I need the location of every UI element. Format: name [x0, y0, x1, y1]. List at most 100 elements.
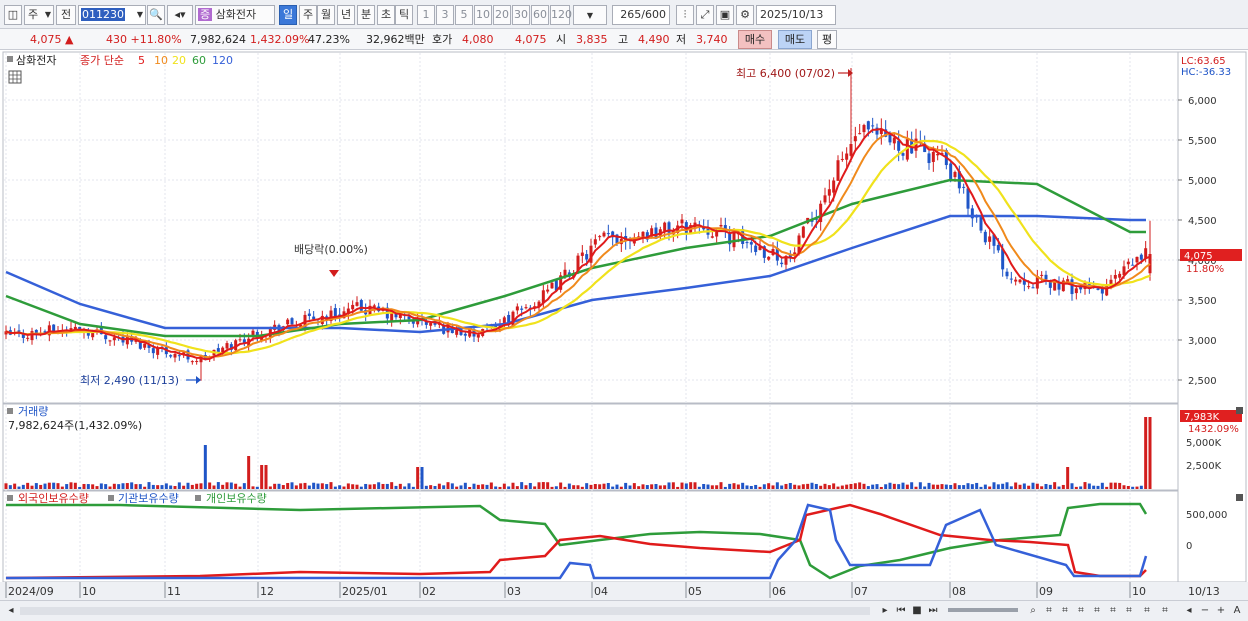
interval-button[interactable]: 1 — [417, 5, 435, 25]
quote-bar: 4,075 ▲ 430 +11.80% 7,982,624 1,432.09% … — [0, 29, 1248, 50]
candle-body — [1014, 279, 1018, 282]
period-button[interactable]: 분 — [357, 5, 375, 25]
zoom-tool-icon[interactable]: ⌕ — [1026, 604, 1040, 618]
avg-price-button[interactable]: 평 — [817, 30, 837, 49]
volume-bar — [290, 482, 294, 489]
period-button[interactable]: 초 — [377, 5, 395, 25]
stop-icon[interactable]: ■ — [910, 604, 924, 618]
chart-tool-icon[interactable]: ⌗ — [1090, 604, 1104, 618]
legend-ma-10[interactable]: 10 — [154, 54, 168, 67]
candle-body — [225, 343, 229, 349]
volume-bar — [1148, 417, 1152, 489]
panel-collapse-icon[interactable] — [1236, 407, 1243, 414]
gear-icon[interactable]: ⚙ — [736, 5, 754, 25]
volume-bar — [177, 482, 181, 489]
scroll-right-icon[interactable]: ▸ — [878, 604, 892, 618]
date-input[interactable]: 2025/10/13 — [756, 5, 836, 25]
candle-body — [871, 125, 875, 127]
volume-bar — [567, 483, 571, 489]
table-icon[interactable] — [8, 70, 22, 84]
scroll-bar: ◂ ▸ ⏮ ■ ⏭ ⌕ ⌗ ⌗ ⌗ ⌗ ⌗ ⌗ ⌗ ⌗ ◂ − + A — [0, 600, 1248, 621]
window-menu-icon[interactable]: ◫ — [4, 5, 22, 25]
chart-tool-icon[interactable]: ⌗ — [1058, 604, 1072, 618]
speaker-icon[interactable]: ◂▾ — [167, 5, 193, 25]
chart-tool-icon[interactable]: ⌗ — [1122, 604, 1136, 618]
draw-tool-icon[interactable]: ⤢ — [696, 5, 714, 25]
type-select[interactable]: 주 ▼ — [24, 5, 54, 25]
scroll-track[interactable] — [20, 607, 870, 615]
current-price: 4,075 ▲ — [30, 33, 74, 46]
candle-body — [1126, 261, 1130, 265]
volume-tick-5000k: 5,000K — [1186, 438, 1222, 449]
volume-bar — [528, 482, 532, 489]
legend-ma-120[interactable]: 120 — [212, 54, 233, 67]
date-value: 2025/10/13 — [760, 8, 824, 21]
interval-button[interactable]: 3 — [436, 5, 454, 25]
volume-bar — [34, 483, 38, 489]
period-button[interactable]: 월 — [317, 5, 335, 25]
period-button[interactable]: 틱 — [395, 5, 413, 25]
chart-tool-icon[interactable]: ⌗ — [1042, 604, 1056, 618]
period-button[interactable]: 년 — [337, 5, 355, 25]
search-icon[interactable]: 🔍 — [147, 5, 165, 25]
zoom-out-icon[interactable]: − — [1198, 604, 1212, 618]
legend-inst[interactable]: 기관보유수량 — [118, 492, 179, 505]
interval-button[interactable]: 60 — [531, 5, 549, 25]
prev-button[interactable]: 전 — [56, 5, 76, 25]
scroll-left-icon[interactable]: ◂ — [1182, 604, 1196, 618]
candle-body — [836, 160, 840, 181]
legend-stock-name[interactable]: 삼화전자 — [16, 54, 56, 67]
volume-bar — [1100, 482, 1104, 489]
interval-button[interactable]: 5 — [455, 5, 473, 25]
interval-button[interactable]: 10 — [474, 5, 492, 25]
zoom-in-icon[interactable]: + — [1214, 604, 1228, 618]
legend-close[interactable]: 종가 단순 — [80, 54, 124, 67]
volume-bar — [498, 486, 502, 489]
scroll-left-icon[interactable]: ◂ — [4, 604, 18, 618]
save-icon[interactable]: ▣ — [716, 5, 734, 25]
stock-chart[interactable]: 6,0005,5005,0004,5004,0003,5003,0002,500… — [0, 51, 1248, 600]
sell-button[interactable]: 매도 — [778, 30, 812, 49]
stock-name-field[interactable]: 증 삼화전자 — [195, 5, 275, 25]
legend-box-icon — [7, 56, 13, 62]
volume-bar — [108, 486, 112, 489]
count-input[interactable]: 265/600 — [612, 5, 670, 25]
auto-scale-icon[interactable]: A — [1230, 604, 1244, 618]
volume-bar — [459, 485, 463, 489]
time-label: 2025/01 — [342, 585, 388, 598]
volume-bar — [645, 485, 649, 489]
interval-button[interactable]: 30 — [512, 5, 530, 25]
stock-code-input[interactable]: 011230 ▼ — [78, 5, 146, 25]
volume-bar — [754, 484, 758, 489]
low-price: 3,740 — [696, 33, 728, 46]
chart-type-icon[interactable]: ⫶ — [676, 5, 694, 25]
panel-collapse-icon[interactable] — [1236, 494, 1243, 501]
volume-bar — [780, 485, 784, 489]
chart-tool-icon[interactable]: ⌗ — [1158, 604, 1172, 618]
rewind-icon[interactable]: ⏮ — [894, 604, 908, 618]
volume-bar — [585, 483, 589, 489]
legend-ma-5[interactable]: 5 — [138, 54, 145, 67]
volume-bar — [398, 483, 402, 489]
interval-dropdown[interactable]: ▼ — [573, 5, 607, 25]
zoom-slider[interactable] — [948, 608, 1018, 612]
period-button[interactable]: 주 — [299, 5, 317, 25]
legend-indiv[interactable]: 개인보유수량 — [206, 492, 267, 505]
legend-ma-20[interactable]: 20 — [172, 54, 186, 67]
interval-button[interactable]: 120 — [550, 5, 572, 25]
legend-ma-60[interactable]: 60 — [192, 54, 206, 67]
candle-body — [585, 254, 589, 260]
chart-tool-icon[interactable]: ⌗ — [1140, 604, 1154, 618]
interval-button[interactable]: 20 — [493, 5, 511, 25]
legend-foreign[interactable]: 외국인보유수량 — [18, 492, 89, 505]
chart-tool-icon[interactable]: ⌗ — [1074, 604, 1088, 618]
volume-bar — [736, 484, 740, 489]
market-badge: 증 — [198, 8, 213, 21]
buy-button[interactable]: 매수 — [738, 30, 772, 49]
forward-icon[interactable]: ⏭ — [926, 604, 940, 618]
volume-bar — [303, 482, 307, 489]
period-button[interactable]: 일 — [279, 5, 297, 25]
chart-tool-icon[interactable]: ⌗ — [1106, 604, 1120, 618]
volume-title[interactable]: 거래량 — [18, 405, 48, 418]
volume-bar — [481, 484, 485, 489]
